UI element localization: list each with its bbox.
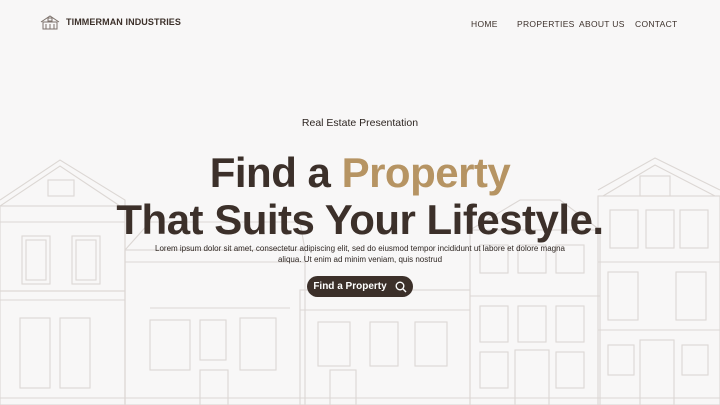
hero-subtitle: Real Estate Presentation	[301, 117, 419, 129]
hero-headline-line2: That Suits Your Lifestyle.	[116, 196, 604, 243]
brand-name: TIMMERMAN INDUSTRIES	[66, 17, 181, 27]
headline-prefix: Find a	[209, 149, 342, 196]
top-navigation: TIMMERMAN INDUSTRIES HOME PROPERTIES ABO…	[0, 0, 720, 48]
headline-accent-word: Property	[341, 149, 511, 196]
cta-label: Find a Property	[313, 281, 387, 292]
find-property-button[interactable]: Find a Property	[307, 276, 413, 297]
search-icon	[395, 281, 407, 292]
nav-contact-link[interactable]: CONTACT	[635, 19, 678, 29]
hero-headline-line1: Find a Property	[0, 148, 720, 198]
brand-logo[interactable]: TIMMERMAN INDUSTRIES	[40, 14, 181, 30]
house-logo-icon	[40, 15, 60, 30]
nav-properties-link[interactable]: PROPERTIES	[517, 19, 575, 29]
nav-about-us-link[interactable]: ABOUT US	[579, 19, 625, 29]
nav-home-link[interactable]: HOME	[471, 19, 498, 29]
hero-description: Lorem ipsum dolor sit amet, consectetur …	[155, 244, 565, 264]
